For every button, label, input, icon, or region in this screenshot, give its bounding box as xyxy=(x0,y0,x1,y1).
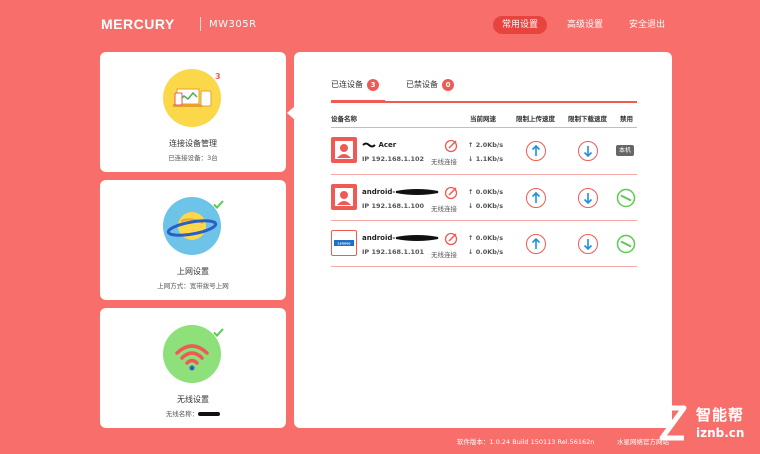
arrow-up-icon xyxy=(531,144,541,156)
connection-type: 无线连接 xyxy=(431,251,457,259)
download-limit-button[interactable] xyxy=(578,188,598,208)
nav-advanced-settings[interactable]: 高级设置 xyxy=(558,16,612,34)
wireless-name-label: 无线名称： xyxy=(165,410,199,418)
download-speed: ↓ 0.0Kb/s xyxy=(468,202,504,210)
download-speed: ↓ 0.0Kb/s xyxy=(468,248,504,256)
device-ip: IP 192.168.1.101 xyxy=(362,248,425,256)
edit-icon[interactable] xyxy=(444,139,458,153)
lenovo-wordmark: Lenovo xyxy=(338,242,352,246)
local-device-tag: 本机 xyxy=(616,145,635,156)
upload-limit-button[interactable] xyxy=(526,234,546,254)
watermark-url: iznb.cn xyxy=(696,426,745,440)
table-row: Lenovo android- IP 192.168.1.101 无线连接 ↑ … xyxy=(294,222,672,268)
check-icon xyxy=(213,328,224,337)
device-name-text: android- xyxy=(362,234,396,242)
tab-label: 已禁设备 xyxy=(406,80,438,89)
edit-icon[interactable] xyxy=(444,232,458,246)
table-row: Acer IP 192.168.1.102 无线连接 ↑ 2.0Kb/s ↓ 1… xyxy=(294,129,672,175)
upload-limit-button[interactable] xyxy=(526,141,546,161)
header: MERCURY MW305R 常用设置 高级设置 安全退出 xyxy=(0,0,760,50)
download-limit-button[interactable] xyxy=(578,141,598,161)
model-name: MW305R xyxy=(209,19,257,30)
device-name: android- xyxy=(362,188,439,196)
brand-logo: MERCURY xyxy=(101,16,175,32)
row-divider xyxy=(331,266,637,267)
device-name-text: Acer xyxy=(378,141,397,149)
nav-logout[interactable]: 安全退出 xyxy=(620,16,674,34)
device-panel: 已连设备 3 已禁设备 0 设备名称 当前网速 限制上传速度 限制下载速度 禁用 A… xyxy=(294,52,672,428)
lenovo-logo: Lenovo xyxy=(331,230,357,256)
redacted-mark xyxy=(362,142,376,148)
download-speed: ↓ 1.1Kb/s xyxy=(468,155,504,163)
connection-type: 无线连接 xyxy=(431,158,457,166)
row-divider xyxy=(331,220,637,221)
card-internet-settings[interactable]: 上网设置 上网方式：宽带拨号上网 xyxy=(100,180,286,300)
person-icon xyxy=(331,184,357,210)
upload-limit-button[interactable] xyxy=(526,188,546,208)
tab-blocked-devices[interactable]: 已禁设备 0 xyxy=(406,79,454,91)
connection-type: 无线连接 xyxy=(431,205,457,213)
arrow-down-icon xyxy=(583,239,593,251)
download-limit-button[interactable] xyxy=(578,234,598,254)
logo-divider xyxy=(200,17,201,31)
card-subtitle: 已连接设备：3台 xyxy=(168,154,218,162)
upload-speed: ↑ 2.0Kb/s xyxy=(468,141,504,149)
arrow-up-icon xyxy=(531,237,541,249)
col-download-limit: 限制下载速度 xyxy=(568,115,607,123)
edit-icon[interactable] xyxy=(444,186,458,200)
watermark-text: 智能帮 xyxy=(696,406,745,424)
upload-speed: ↑ 0.0Kb/s xyxy=(468,188,504,196)
ban-button[interactable] xyxy=(616,188,636,208)
ban-button[interactable] xyxy=(616,234,636,254)
device-name: android- xyxy=(362,234,439,242)
device-name: Acer xyxy=(362,141,396,149)
card-title: 上网设置 xyxy=(177,267,209,276)
download-speed-value: 0.0Kb/s xyxy=(475,202,504,210)
col-ban: 禁用 xyxy=(620,115,633,123)
col-current-speed: 当前网速 xyxy=(470,115,496,123)
device-ip: IP 192.168.1.102 xyxy=(362,155,425,163)
z-logo-icon xyxy=(656,405,687,441)
tab-connected-devices[interactable]: 已连设备 3 xyxy=(331,79,379,91)
card-title: 无线设置 xyxy=(177,395,209,404)
upload-speed-value: 0.0Kb/s xyxy=(475,234,504,242)
tab-label: 已连设备 xyxy=(331,80,363,89)
table-row: android- IP 192.168.1.100 无线连接 ↑ 0.0Kb/s… xyxy=(294,176,672,222)
card-subtitle: 无线名称： xyxy=(100,408,286,418)
redacted-mark xyxy=(396,235,439,241)
card-device-management[interactable]: 3 连接设备管理 已连接设备：3台 xyxy=(100,52,286,172)
upload-speed: ↑ 0.0Kb/s xyxy=(468,234,504,242)
tab-active-indicator xyxy=(331,100,385,103)
arrow-down-icon xyxy=(583,146,593,158)
upload-speed-value: 0.0Kb/s xyxy=(475,188,504,196)
watermark: 智能帮 iznb.cn xyxy=(648,398,758,450)
redacted-mark xyxy=(198,412,221,416)
card-subtitle: 上网方式：宽带拨号上网 xyxy=(157,282,229,290)
device-count-badge: 3 xyxy=(215,72,221,81)
col-device-name: 设备名称 xyxy=(331,115,357,123)
devices-icon xyxy=(163,69,221,127)
card-title: 连接设备管理 xyxy=(169,139,217,148)
device-name-text: android- xyxy=(362,188,396,196)
device-ip: IP 192.168.1.100 xyxy=(362,202,425,210)
header-divider xyxy=(331,127,637,128)
download-speed-value: 1.1Kb/s xyxy=(475,155,504,163)
arrow-down-icon xyxy=(583,193,593,205)
card-wireless-settings[interactable]: 无线设置 无线名称： xyxy=(100,308,286,428)
nav-common-settings[interactable]: 常用设置 xyxy=(493,16,548,34)
col-upload-limit: 限制上传速度 xyxy=(516,115,555,123)
firmware-version: 软件版本：1.0.24 Build 150113 Rel.56162n xyxy=(457,438,595,446)
upload-speed-value: 2.0Kb/s xyxy=(475,141,504,149)
check-icon xyxy=(213,200,224,209)
tab-count: 3 xyxy=(367,79,379,91)
download-speed-value: 0.0Kb/s xyxy=(475,248,504,256)
redacted-mark xyxy=(396,189,439,195)
person-icon xyxy=(331,137,357,163)
tab-count: 0 xyxy=(442,79,454,91)
row-divider xyxy=(331,174,637,175)
arrow-up-icon xyxy=(531,191,541,203)
